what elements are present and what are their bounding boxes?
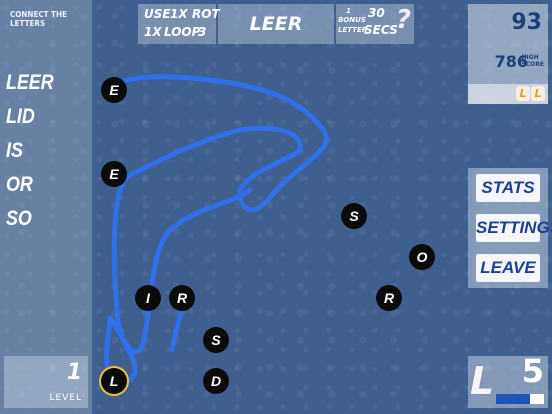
loop-label: LOOP (164, 25, 201, 39)
letter-tile[interactable]: R (376, 285, 402, 311)
word-panel: CONNECT THE LETTERS LEER LID IS OR SO 1 … (0, 0, 92, 414)
use-count: 1X (170, 7, 188, 21)
help-icon[interactable]: ? (396, 5, 411, 35)
high-label-line: HIGH (521, 54, 539, 61)
high-label-line: SCORE (521, 61, 544, 68)
lives-bar (496, 394, 544, 404)
word-item: IS (6, 139, 23, 162)
letter-tile[interactable]: S (203, 327, 229, 353)
word-item: LEER (6, 71, 54, 94)
level-label: LEVEL (49, 393, 82, 403)
word-item: LID (6, 105, 35, 128)
score-value: 93 (511, 10, 542, 35)
menu-panel: STATS SETTINGS LEAVE (468, 168, 552, 288)
letter-tile[interactable]: E (101, 77, 127, 103)
bonus-label: BONUS (338, 16, 366, 24)
timer-value: 30 (368, 6, 385, 20)
found-word-list: LEER LID IS OR SO (6, 66, 62, 236)
letter-tile[interactable]: E (101, 161, 127, 187)
use-label: USE (144, 7, 171, 21)
level-value: 1 (66, 360, 82, 385)
lives-value: 5 (521, 352, 544, 390)
instructions-title: CONNECT THE LETTERS (10, 10, 67, 28)
word-item: SO (6, 207, 32, 230)
bonus-letter-label: LETTER (338, 26, 368, 34)
rules-box: USE 1X ROT 1X LOOP 3 (138, 4, 220, 44)
rot-label: ROT (192, 7, 220, 21)
lives-bar-fill (496, 394, 530, 404)
logo-icon: L (531, 86, 545, 101)
settings-button[interactable]: SETTINGS (476, 214, 552, 242)
lives-panel: L 5 (468, 352, 548, 408)
bonus-box: 1 BONUS LETTER 30 SECS ? (336, 4, 414, 44)
word-item: OR (6, 173, 33, 196)
logo-icon: L (516, 86, 530, 101)
letter-tile[interactable]: D (203, 368, 229, 394)
leave-button[interactable]: LEAVE (476, 254, 540, 282)
letter-tile[interactable]: O (409, 244, 435, 270)
letter-tile-selected[interactable]: L (101, 368, 127, 394)
high-score-label: HIGH SCORE (521, 54, 544, 68)
score-bar: L L (468, 84, 548, 104)
stats-button[interactable]: STATS (476, 174, 540, 202)
current-word: LEER (218, 4, 334, 44)
timer-label: SECS (364, 23, 398, 37)
score-panel: 93 786 HIGH SCORE L L (468, 4, 548, 104)
loop-count: 1X (144, 25, 162, 39)
loop-value: 3 (198, 25, 207, 39)
letter-tile[interactable]: R (169, 285, 195, 311)
letter-tile[interactable]: I (135, 285, 161, 311)
level-box: 1 LEVEL (4, 356, 88, 408)
letter-tile[interactable]: S (341, 203, 367, 229)
bonus-count: 1 (346, 7, 351, 15)
